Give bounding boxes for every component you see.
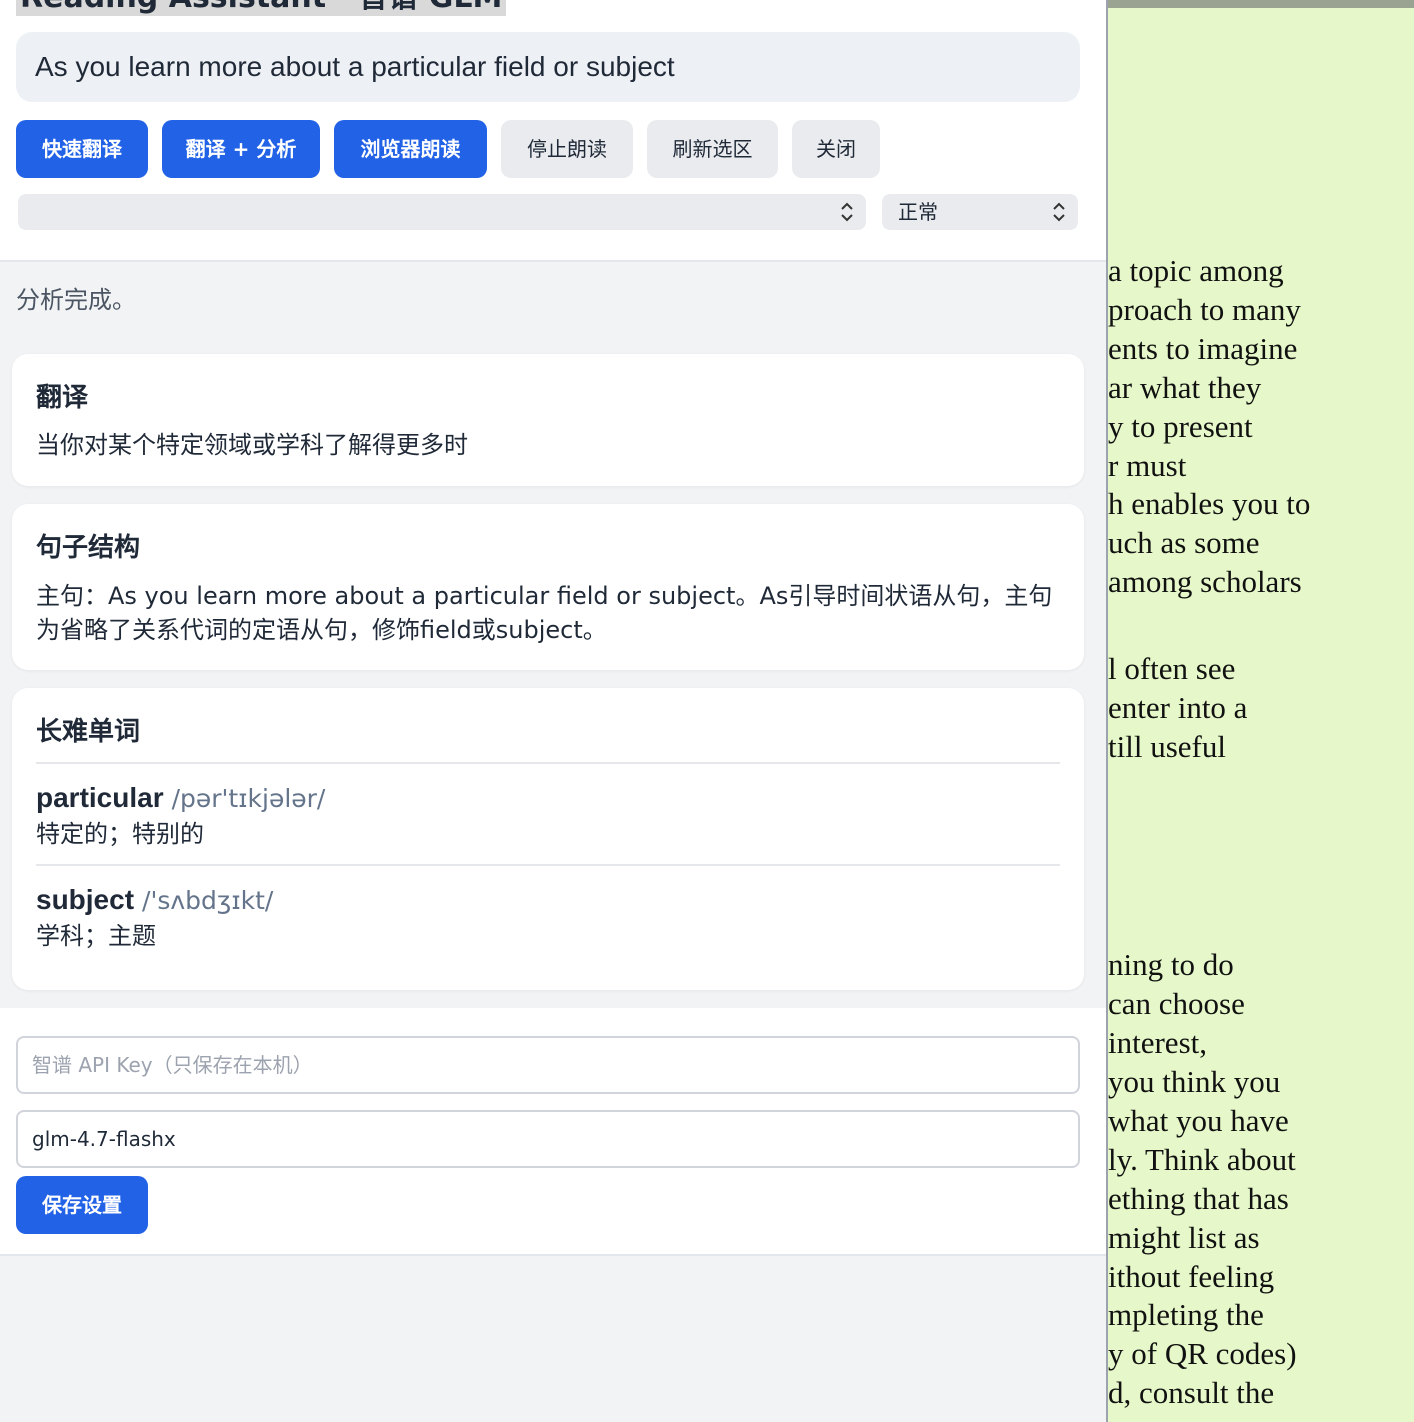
- sentence-structure-card: 句子结构 主句：As you learn more about a partic…: [12, 504, 1084, 670]
- sentence-structure-text: 主句：As you learn more about a particular …: [36, 582, 1053, 644]
- page-text-line: ly. Think about: [1108, 1142, 1296, 1177]
- page-text-line: you think you: [1108, 1064, 1281, 1099]
- page-text-line: what you have: [1108, 1103, 1289, 1138]
- close-button[interactable]: 关闭: [792, 120, 880, 178]
- vocab-item: subject/'sʌbdʒɪkt/ 学科；主题: [36, 882, 1060, 953]
- vocab-phonetic: /pər'tɪkjələr/: [171, 784, 326, 813]
- divider: [36, 864, 1060, 866]
- vocab-item: particular/pər'tɪkjələr/ 特定的；特别的: [36, 780, 1060, 851]
- refresh-selection-button[interactable]: 刷新选区: [647, 120, 778, 178]
- vocab-word: subject: [36, 884, 135, 915]
- page-top-bar: [1108, 0, 1414, 8]
- page-text-line: till useful: [1108, 729, 1226, 764]
- page-text-line: a topic among: [1108, 253, 1284, 288]
- chevron-up-down-icon: [841, 202, 853, 222]
- stop-reading-button[interactable]: 停止朗读: [501, 120, 633, 178]
- page-text-line: can choose: [1108, 986, 1245, 1021]
- vocab-meaning: 学科；主题: [36, 922, 156, 950]
- page-text-line: ar what they: [1108, 370, 1262, 405]
- chevron-up-down-icon: [1053, 202, 1065, 222]
- translate-analyze-button[interactable]: 翻译 + 分析: [162, 120, 320, 178]
- vocab-word: particular: [36, 782, 164, 813]
- model-input[interactable]: [16, 1110, 1080, 1168]
- page-text-line: among scholars: [1108, 564, 1302, 599]
- vocab-meaning: 特定的；特别的: [36, 820, 204, 848]
- page-text-line: h enables you to: [1108, 486, 1311, 521]
- page-text-line: proach to many: [1108, 292, 1301, 327]
- selected-text-display: As you learn more about a particular fie…: [16, 32, 1080, 102]
- page-text-line: enter into a: [1108, 690, 1248, 725]
- settings-section: 保存设置: [0, 1008, 1106, 1256]
- page-text-line: interest,: [1108, 1025, 1207, 1060]
- divider: [36, 762, 1060, 764]
- quick-translate-button[interactable]: 快速翻译: [16, 120, 148, 178]
- translation-title: 翻译: [36, 383, 89, 413]
- app-title: Reading Assistant · 智谱 GLM: [16, 0, 507, 16]
- api-key-input[interactable]: [16, 1036, 1080, 1094]
- speed-select-value: 正常: [898, 200, 938, 224]
- page-text-line: y of QR codes): [1108, 1336, 1297, 1371]
- page-text-line: mpleting the: [1108, 1297, 1264, 1332]
- translation-text: 当你对某个特定领域或学科了解得更多时: [36, 431, 468, 459]
- page-text-line: might list as: [1108, 1220, 1260, 1255]
- page-text-line: ithout feeling: [1108, 1259, 1275, 1294]
- browser-read-aloud-button[interactable]: 浏览器朗读: [334, 120, 487, 178]
- page-text-line: ents to imagine: [1108, 331, 1298, 366]
- page-text-line: ething that has: [1108, 1181, 1289, 1216]
- page-text-line: ning to do: [1108, 947, 1234, 982]
- page-text-line: y to present: [1108, 409, 1253, 444]
- page-text-line: uch as some: [1108, 525, 1260, 560]
- voice-select[interactable]: [18, 194, 866, 230]
- page-text-line: l often see: [1108, 651, 1236, 686]
- vocabulary-card: 长难单词 particular/pər'tɪkjələr/ 特定的；特别的 su…: [12, 688, 1084, 990]
- page-text-line: r must: [1108, 448, 1187, 483]
- save-settings-button[interactable]: 保存设置: [16, 1176, 148, 1234]
- speed-select[interactable]: 正常: [882, 194, 1078, 230]
- reading-assistant-panel: Reading Assistant · 智谱 GLM As you learn …: [0, 0, 1106, 1422]
- underlying-page: a topic among proach to many ents to ima…: [1106, 0, 1414, 1422]
- panel-header: Reading Assistant · 智谱 GLM As you learn …: [0, 0, 1106, 262]
- status-text: 分析完成。: [16, 286, 136, 314]
- page-text-line: d, consult the: [1108, 1375, 1275, 1410]
- sentence-structure-title: 句子结构: [36, 533, 141, 563]
- translation-card: 翻译 当你对某个特定领域或学科了解得更多时: [12, 354, 1084, 486]
- vocab-phonetic: /'sʌbdʒɪkt/: [142, 886, 274, 915]
- vocabulary-title: 长难单词: [36, 717, 141, 747]
